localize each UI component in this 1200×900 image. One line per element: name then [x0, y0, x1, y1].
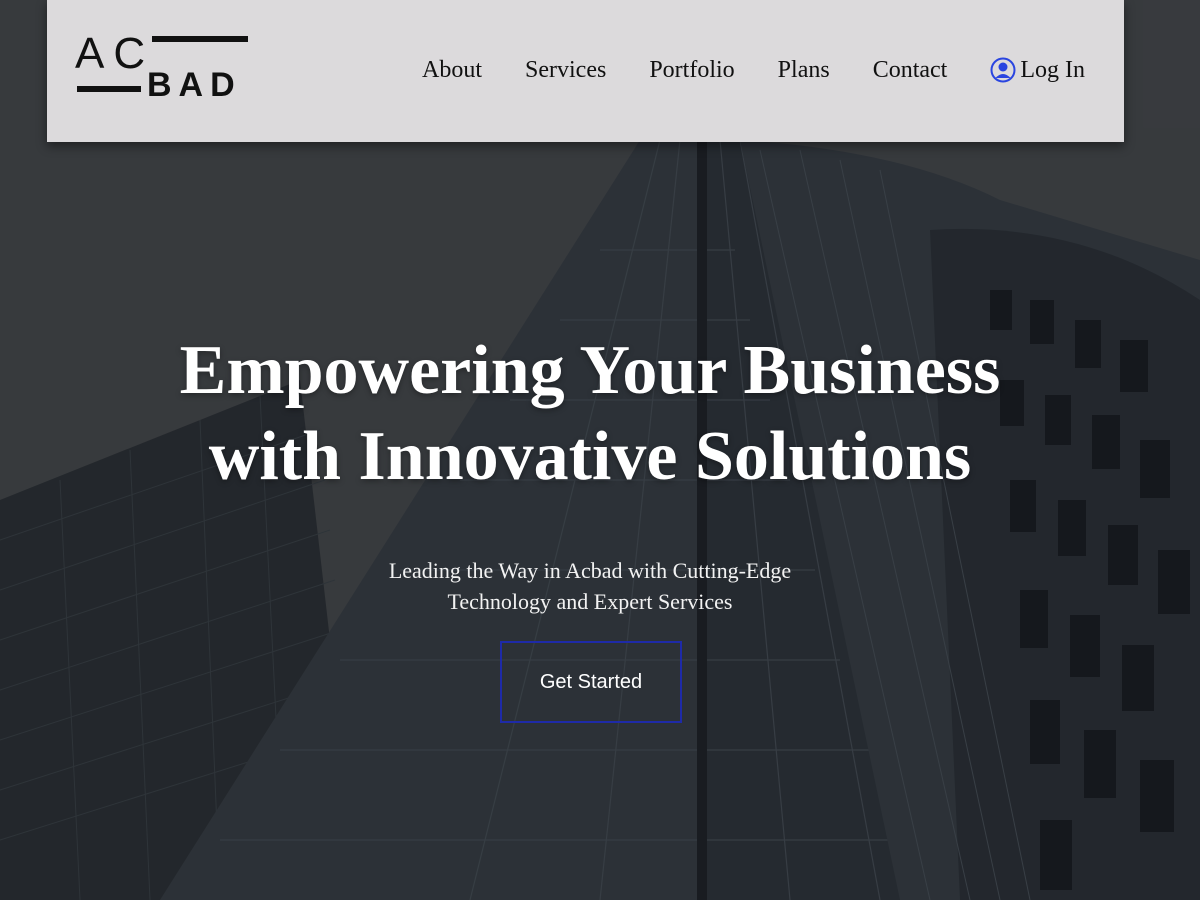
brand-logo[interactable]: AC BAD [75, 29, 248, 104]
hero-title-line2: with Innovative Solutions [208, 418, 972, 495]
hero-subtitle-line1: Leading the Way in Acbad with Cutting-Ed… [388, 558, 792, 583]
user-circle-icon [990, 57, 1016, 83]
nav-link-services[interactable]: Services [525, 52, 606, 88]
logo-text-bottom: BAD [147, 66, 242, 104]
hero-subtitle-line2: Technology and Expert Services [447, 589, 733, 614]
nav-link-plans[interactable]: Plans [778, 52, 830, 88]
nav-link-about[interactable]: About [422, 52, 482, 88]
main-nav: About Services Portfolio Plans Contact L… [422, 50, 1085, 90]
login-link[interactable]: Log In [990, 52, 1085, 88]
logo-bar-top [152, 36, 248, 42]
hero-subtitle: Leading the Way in Acbad with Cutting-Ed… [340, 555, 840, 617]
logo-bar-bottom [77, 86, 141, 92]
hero-title-line1: Empowering Your Business [179, 332, 1001, 409]
get-started-button[interactable]: Get Started [500, 641, 682, 723]
login-label: Log In [1020, 57, 1085, 83]
hero-title: Empowering Your Business with Innovative… [150, 328, 1030, 500]
site-header: AC BAD About Services Portfolio Plans Co… [47, 0, 1124, 142]
nav-link-contact[interactable]: Contact [873, 52, 948, 88]
nav-link-portfolio[interactable]: Portfolio [649, 52, 734, 88]
logo-text-top: AC [75, 29, 155, 78]
